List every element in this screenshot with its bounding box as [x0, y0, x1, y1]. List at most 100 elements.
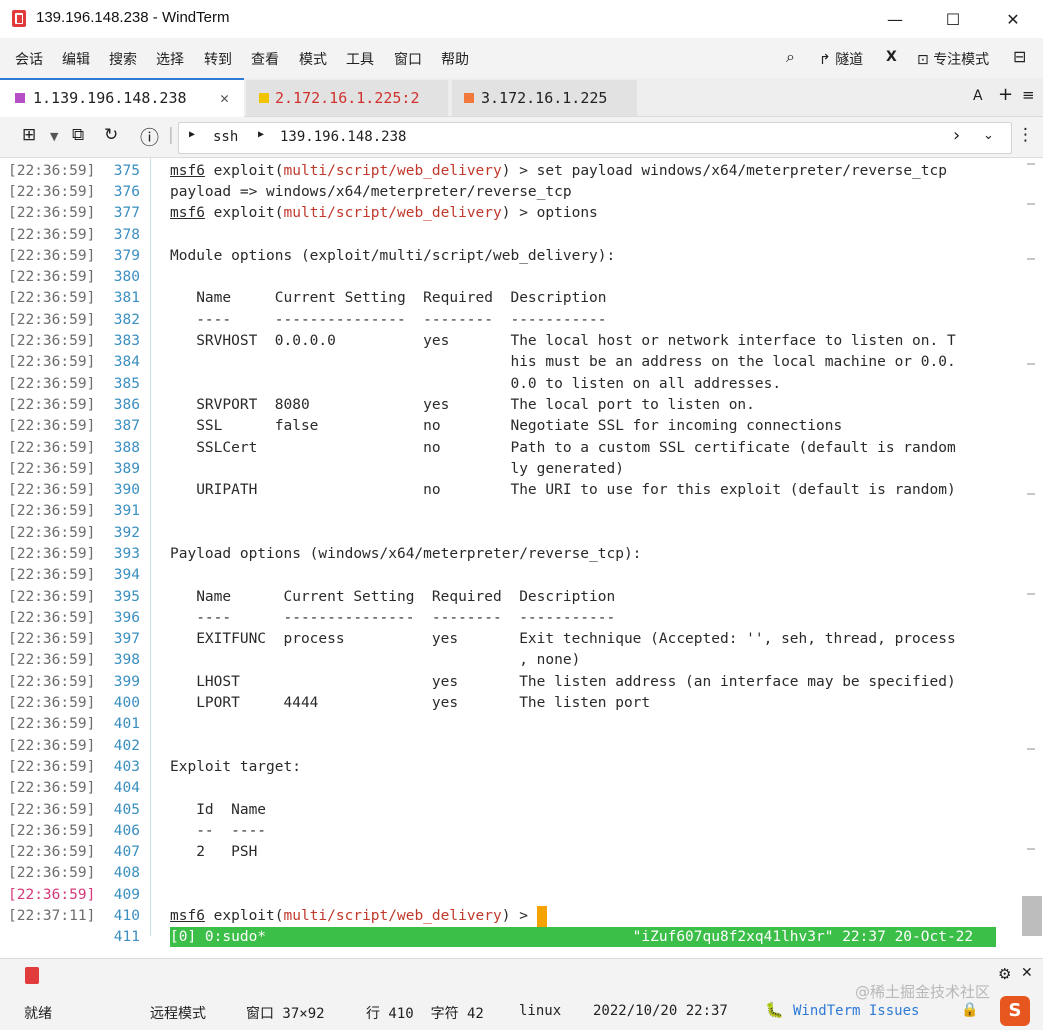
menu-edit[interactable]: 编辑 [62, 49, 90, 69]
menu-select[interactable]: 选择 [156, 49, 184, 69]
tab-menu-button[interactable]: ≡ [1022, 86, 1035, 104]
scrollbar-thumb[interactable] [1022, 896, 1042, 936]
tab-color-icon [259, 93, 269, 103]
line-number: 391 [113, 503, 140, 519]
menu-view[interactable]: 查看 [251, 49, 279, 69]
new-session-icon[interactable]: ⊞ [22, 125, 36, 145]
chevron-right-icon[interactable]: › [951, 125, 962, 146]
scrollbar-track[interactable] [1022, 158, 1042, 936]
focus-mode-button[interactable]: ⊡ 专注模式 [917, 49, 989, 69]
menu-help[interactable]: 帮助 [441, 49, 469, 69]
line-number: 394 [113, 567, 140, 583]
line-number: 402 [113, 738, 140, 754]
scroll-marker [1027, 748, 1035, 750]
new-tab-button[interactable]: + [998, 84, 1013, 105]
output-line: Name Current Setting Required Descriptio… [170, 589, 616, 605]
windterm-logo-icon[interactable] [25, 967, 39, 984]
lock-icon[interactable]: 🔒 [961, 1002, 978, 1018]
output-line: LHOST yes The listen address (an interfa… [170, 674, 956, 690]
timestamp: [22:36:59] [8, 589, 96, 605]
font-button[interactable]: A [973, 88, 983, 104]
line-number: 382 [113, 312, 140, 328]
address-bar[interactable]: ▶ ssh ▶ 139.196.148.238 › [178, 122, 1012, 154]
menu-goto[interactable]: 转到 [204, 49, 232, 69]
status-datetime: 2022/10/20 22:37 [593, 1003, 728, 1019]
close-icon[interactable]: ✕ [1021, 965, 1033, 981]
tab-session-1[interactable]: 1.139.196.148.238 ✕ [0, 78, 244, 118]
tunnel-button[interactable]: ↱ 隧道 [819, 49, 863, 69]
line-number: 375 [113, 163, 140, 179]
chevron-down-icon[interactable]: ⌄ [983, 128, 994, 143]
timestamp: [22:36:59] [8, 674, 96, 690]
chevron-down-icon[interactable]: ▼ [50, 130, 58, 143]
ime-icon[interactable]: S [1000, 996, 1030, 1026]
tab-session-3[interactable]: 3.172.16.1.225 [452, 80, 637, 116]
duplicate-session-icon[interactable]: ⧉ [72, 125, 84, 145]
timestamp: [22:36:59] [8, 312, 96, 328]
line-number: 383 [113, 333, 140, 349]
windterm-issues-link[interactable]: WindTerm Issues [793, 1003, 919, 1019]
line-number: 395 [113, 589, 140, 605]
line-number: 377 [113, 205, 140, 221]
search-icon[interactable]: ⌕ [786, 47, 795, 67]
timestamp: [22:36:59] [8, 354, 96, 370]
menu-window[interactable]: 窗口 [394, 49, 422, 69]
line-number: 381 [113, 290, 140, 306]
tab-label: 2.172.16.1.225:2 [275, 89, 420, 107]
tab-color-icon [464, 93, 474, 103]
scroll-marker [1027, 493, 1035, 495]
reconnect-icon[interactable]: ↻ [104, 125, 118, 145]
timestamp: [22:36:59] [8, 418, 96, 434]
minimize-button[interactable]: — [872, 6, 918, 34]
timestamp: [22:36:59] [8, 227, 96, 243]
x-icon[interactable]: X [886, 49, 897, 65]
status-remote-mode[interactable]: 远程模式 [150, 1003, 206, 1023]
timestamp: [22:36:59] [8, 546, 96, 562]
close-window-button[interactable]: ✕ [990, 6, 1036, 34]
info-icon[interactable]: ⓘ [140, 123, 159, 150]
timestamp: [22:36:59] [8, 503, 96, 519]
toolbar: ⊞ ▼ ⧉ ↻ ⓘ | ▶ ssh ▶ 139.196.148.238 › ⌄ … [0, 117, 1043, 158]
line-number: 390 [113, 482, 140, 498]
timestamp: [22:36:59] [8, 823, 96, 839]
menu-tools[interactable]: 工具 [346, 49, 374, 69]
scroll-marker [1027, 163, 1035, 165]
output-line: ly generated) [170, 461, 624, 477]
status-os: linux [519, 1003, 562, 1019]
timestamp: [22:36:59] [8, 440, 96, 456]
line-number: 400 [113, 695, 140, 711]
menu-search[interactable]: 搜索 [109, 49, 137, 69]
close-tab-icon[interactable]: ✕ [220, 80, 229, 116]
line-number: 407 [113, 844, 140, 860]
menu-session[interactable]: 会话 [15, 49, 43, 69]
terminal-view[interactable]: [22:36:59] [22:36:59] [22:36:59] [22:36:… [0, 158, 1043, 958]
more-vertical-icon[interactable]: ⋮ [1017, 125, 1034, 145]
timestamp: [22:36:59] [8, 461, 96, 477]
line-number: 397 [113, 631, 140, 647]
active-prompt-line[interactable]: msf6 exploit(multi/script/web_delivery) … [170, 906, 547, 927]
line-number: 401 [113, 716, 140, 732]
timestamp: [22:36:59] [8, 248, 96, 264]
watermark: @稀土掘金技术社区 [855, 983, 991, 1001]
line-number: 389 [113, 461, 140, 477]
output-line: Payload options (windows/x64/meterpreter… [170, 546, 642, 562]
layout-icon[interactable]: ⊟ [1013, 47, 1026, 66]
line-number: 406 [113, 823, 140, 839]
output-line: his must be an address on the local mach… [170, 354, 956, 370]
gear-icon[interactable]: ⚙ [998, 965, 1011, 983]
tab-session-2[interactable]: 2.172.16.1.225:2 [246, 80, 448, 116]
line-number: 385 [113, 376, 140, 392]
output-line: Exploit target: [170, 759, 301, 775]
timestamp: [22:36:59] [8, 567, 96, 583]
output-line: payload => windows/x64/meterpreter/rever… [170, 184, 572, 200]
line-number: 404 [113, 780, 140, 796]
scroll-marker [1027, 848, 1035, 850]
line-number: 399 [113, 674, 140, 690]
timestamp: [22:36:59] [8, 269, 96, 285]
timestamp: [22:36:59] [8, 780, 96, 796]
maximize-button[interactable]: ☐ [930, 6, 976, 34]
status-cursor-position[interactable]: 行 410 字符 42 [366, 1003, 484, 1023]
timestamp: [22:36:59] [8, 482, 96, 498]
menu-mode[interactable]: 模式 [299, 49, 327, 69]
timestamp: [22:36:59] [8, 844, 96, 860]
